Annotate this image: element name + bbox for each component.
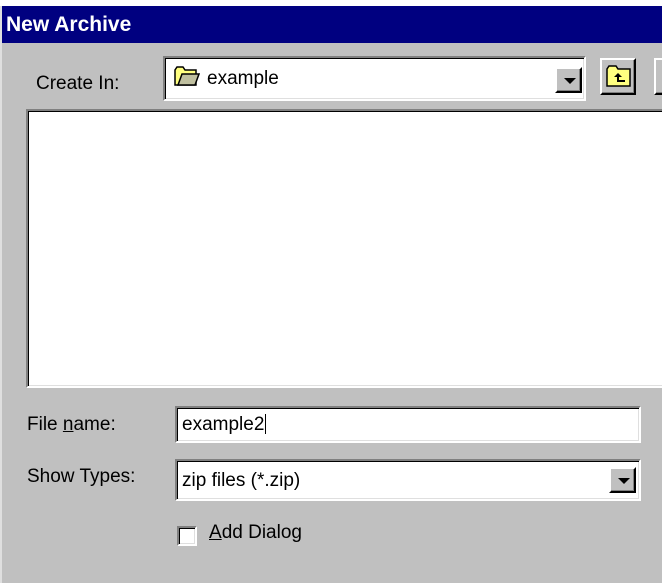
screen-clip: New Archive Create In: example File name… <box>0 0 662 583</box>
window-title: New Archive <box>6 13 132 36</box>
create-in-dropdown-button[interactable] <box>555 67 582 93</box>
add-dialog-checkbox[interactable] <box>177 526 197 546</box>
up-one-level-button[interactable] <box>600 58 636 95</box>
new-folder-button[interactable] <box>654 58 662 95</box>
file-name-label-post: ame: <box>73 414 116 435</box>
create-in-label: Create In: <box>36 73 120 94</box>
add-dialog-label-rest: dd Dialog <box>221 522 302 543</box>
file-name-input[interactable]: example2 <box>175 406 641 443</box>
show-types-dropdown[interactable]: zip files (*.zip) <box>175 459 641 501</box>
show-types-value: zip files (*.zip) <box>182 470 301 491</box>
text-caret <box>265 414 267 434</box>
file-name-text: example2 <box>182 414 265 435</box>
file-name-label-pre: File <box>27 414 63 435</box>
add-dialog-label[interactable]: Add Dialog <box>209 522 302 544</box>
file-name-label-accel: n <box>62 414 74 435</box>
file-name-value: example2 <box>182 409 267 440</box>
file-name-label: File name: <box>27 414 116 436</box>
folder-icon <box>174 65 201 92</box>
up-folder-icon <box>606 64 632 93</box>
show-types-dropdown-button[interactable] <box>609 467 636 493</box>
add-dialog-accel: A <box>209 522 222 543</box>
new-archive-dialog: New Archive Create In: example File name… <box>0 6 662 583</box>
create-in-dropdown[interactable]: example <box>163 56 586 101</box>
file-list[interactable] <box>26 109 662 388</box>
title-bar[interactable]: New Archive <box>2 6 662 43</box>
create-in-value: example <box>207 68 279 89</box>
show-types-label: Show Types: <box>27 466 136 487</box>
